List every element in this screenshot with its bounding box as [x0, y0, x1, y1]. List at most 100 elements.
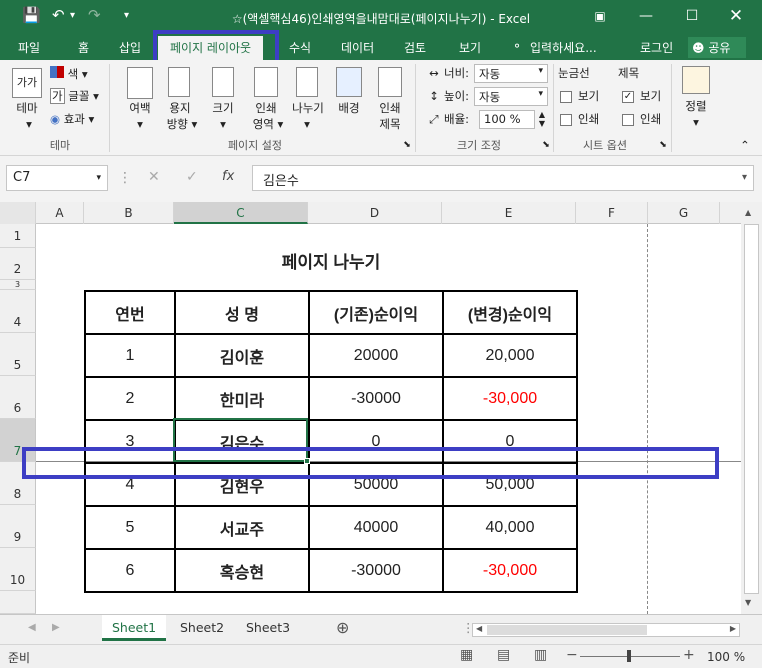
- column-header-d[interactable]: D: [308, 202, 442, 224]
- row-header-3[interactable]: 3: [0, 280, 36, 290]
- row-header-4[interactable]: 4: [0, 290, 36, 333]
- insert-function-icon[interactable]: fx: [222, 169, 234, 184]
- background-icon[interactable]: [336, 67, 362, 97]
- row-header-2[interactable]: 2: [0, 248, 36, 280]
- tell-me-box[interactable]: 입력하세요...: [530, 39, 597, 56]
- cell-no[interactable]: 6: [84, 548, 176, 593]
- scale-input[interactable]: 100 %: [479, 110, 535, 129]
- themes-button[interactable]: 테마: [8, 101, 46, 116]
- cell-no[interactable]: 2: [84, 376, 176, 421]
- formula-input[interactable]: 김은수: [252, 165, 754, 191]
- sheet-options-launcher-icon[interactable]: ⬊: [658, 138, 668, 153]
- formula-bar-grip-icon[interactable]: ⋮: [118, 170, 132, 186]
- cell-no[interactable]: 1: [84, 333, 176, 378]
- gridlines-print-checkbox[interactable]: [560, 114, 572, 126]
- print-area-label[interactable]: 영역 ▾: [246, 117, 290, 132]
- row-header-6[interactable]: 6: [0, 376, 36, 419]
- page-break-preview-icon[interactable]: ▥: [534, 647, 547, 663]
- orientation-button[interactable]: 용지: [160, 101, 200, 116]
- column-header-e[interactable]: E: [442, 202, 576, 224]
- scroll-left-icon[interactable]: ◀: [476, 624, 482, 633]
- zoom-out-icon[interactable]: −: [566, 647, 578, 663]
- cell-new-profit[interactable]: -30,000: [442, 376, 578, 421]
- scroll-right-icon[interactable]: ▶: [730, 624, 736, 633]
- header-cell[interactable]: 연번: [84, 290, 176, 335]
- margins-dropdown-icon[interactable]: ▾: [135, 117, 145, 132]
- tab-insert[interactable]: 삽입: [119, 39, 141, 56]
- size-dropdown-icon[interactable]: ▾: [218, 117, 228, 132]
- print-titles-label[interactable]: 제목: [370, 117, 410, 132]
- size-button[interactable]: 크기: [204, 101, 242, 116]
- orientation-label[interactable]: 방향 ▾: [160, 117, 204, 132]
- print-area-icon[interactable]: [254, 67, 278, 97]
- cell-new-profit[interactable]: -30,000: [442, 548, 578, 593]
- normal-view-icon[interactable]: ▦: [460, 647, 473, 663]
- cell-name[interactable]: 한미라: [174, 376, 310, 421]
- orientation-icon[interactable]: [168, 67, 190, 97]
- column-header-a[interactable]: A: [36, 202, 84, 224]
- page-layout-view-icon[interactable]: ▤: [497, 647, 510, 663]
- collapse-ribbon-icon[interactable]: ⌃: [738, 138, 752, 153]
- row-header-1[interactable]: 1: [0, 224, 36, 248]
- share-button[interactable]: ☻ 공유: [688, 37, 746, 58]
- name-box[interactable]: C7 ▾: [6, 165, 108, 191]
- cell-new-profit[interactable]: 40,000: [442, 505, 578, 550]
- height-select[interactable]: 자동 ▾: [474, 87, 548, 106]
- tab-formulas[interactable]: 수식: [289, 39, 311, 56]
- horizontal-scroll-thumb[interactable]: [487, 625, 647, 635]
- size-icon[interactable]: [212, 67, 234, 97]
- new-sheet-icon[interactable]: ⊕: [326, 615, 359, 641]
- vertical-scrollbar[interactable]: ▲ ▼: [741, 202, 762, 614]
- print-area-button[interactable]: 인쇄: [246, 101, 286, 116]
- gridlines-view-checkbox[interactable]: [560, 91, 572, 103]
- vertical-scroll-thumb[interactable]: [744, 224, 759, 594]
- margins-button[interactable]: 여백: [120, 101, 160, 116]
- next-sheet-icon[interactable]: ▶: [42, 615, 70, 641]
- headings-view-checkbox[interactable]: ✓: [622, 91, 634, 103]
- minimize-button[interactable]: —: [626, 4, 666, 28]
- cell-name[interactable]: 김이훈: [174, 333, 310, 378]
- page-setup-launcher-icon[interactable]: ⬊: [402, 138, 412, 153]
- enter-icon[interactable]: ✓: [186, 169, 198, 185]
- tab-data[interactable]: 데이터: [341, 39, 374, 56]
- column-header-b[interactable]: B: [84, 202, 174, 224]
- row-header-9[interactable]: 9: [0, 505, 36, 548]
- sheet-tab-1[interactable]: Sheet1: [102, 615, 167, 641]
- cell-old-profit[interactable]: -30000: [308, 548, 444, 593]
- zoom-in-icon[interactable]: +: [683, 647, 695, 663]
- page-title[interactable]: 페이지 나누기: [174, 248, 488, 273]
- cell-old-profit[interactable]: 40000: [308, 505, 444, 550]
- tab-view[interactable]: 보기: [459, 39, 481, 56]
- tell-me-icon[interactable]: ⚬: [512, 39, 522, 53]
- margins-icon[interactable]: [127, 67, 153, 99]
- cell-name[interactable]: 서교주: [174, 505, 310, 550]
- ribbon-display-icon[interactable]: ▣: [580, 4, 620, 28]
- zoom-level[interactable]: 100 %: [707, 650, 745, 664]
- horizontal-scrollbar[interactable]: ◀ ▶: [472, 623, 740, 637]
- scroll-up-icon[interactable]: ▲: [745, 208, 751, 217]
- tab-home[interactable]: 홈: [78, 39, 89, 56]
- header-cell[interactable]: (기존)순이익: [308, 290, 444, 335]
- scale-spinner[interactable]: ▲ ▼: [536, 110, 548, 128]
- zoom-slider-thumb[interactable]: [627, 650, 631, 662]
- tab-file[interactable]: 파일: [18, 39, 40, 56]
- column-header-f[interactable]: F: [576, 202, 648, 224]
- expand-formula-bar-icon[interactable]: ▾: [742, 172, 747, 183]
- tab-review[interactable]: 검토: [404, 39, 426, 56]
- column-header-g[interactable]: G: [648, 202, 720, 224]
- cell-no[interactable]: 5: [84, 505, 176, 550]
- cell-old-profit[interactable]: -30000: [308, 376, 444, 421]
- arrange-icon[interactable]: [682, 66, 710, 94]
- sheet-tab-3[interactable]: Sheet3: [236, 615, 300, 641]
- sheet-tab-2[interactable]: Sheet2: [170, 615, 234, 641]
- maximize-button[interactable]: ☐: [672, 4, 712, 28]
- themes-icon[interactable]: 가가: [12, 68, 42, 98]
- cancel-icon[interactable]: ✕: [148, 169, 160, 185]
- breaks-icon[interactable]: [296, 67, 318, 97]
- print-titles-icon[interactable]: [378, 67, 402, 97]
- header-cell[interactable]: 성 명: [174, 290, 310, 335]
- colors-button[interactable]: 색 ▾: [50, 66, 90, 82]
- cell-new-profit[interactable]: 20,000: [442, 333, 578, 378]
- arrange-dropdown-icon[interactable]: ▾: [691, 115, 701, 130]
- scale-launcher-icon[interactable]: ⬊: [541, 138, 551, 153]
